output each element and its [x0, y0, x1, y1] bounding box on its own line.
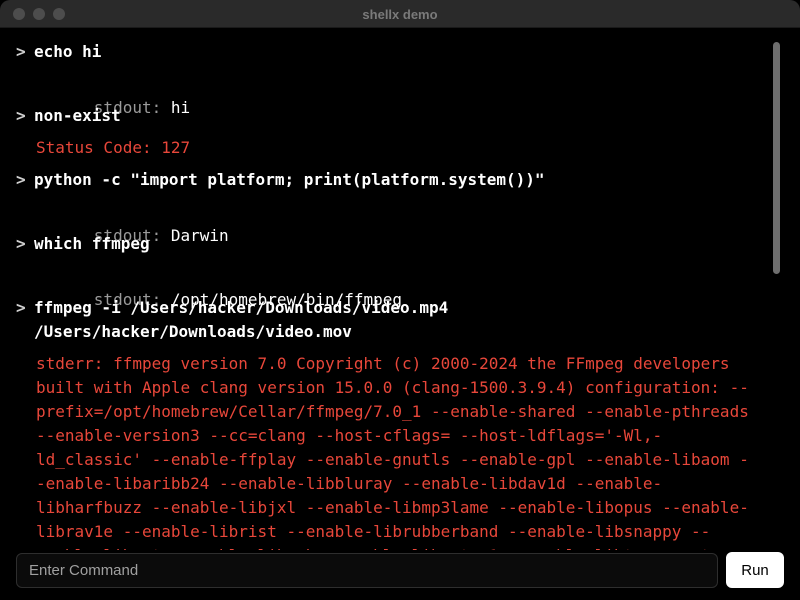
prompt-symbol: >: [16, 106, 26, 125]
command-text: non-exist: [34, 106, 121, 125]
prompt-symbol: >: [16, 42, 26, 61]
command-entry: > non-exist: [16, 104, 768, 128]
window-title: shellx demo: [362, 7, 438, 22]
prompt-symbol: >: [16, 298, 26, 317]
command-bar: Run: [0, 550, 800, 600]
command-entry: > ffmpeg -i /Users/hacker/Downloads/vide…: [16, 296, 768, 344]
command-line: > ffmpeg -i /Users/hacker/Downloads/vide…: [16, 296, 768, 344]
command-line: > echo hi: [16, 40, 768, 64]
error-output: Status Code: 127: [36, 138, 191, 157]
command-line: > which ffmpeg: [16, 232, 768, 256]
command-line: > non-exist: [16, 104, 768, 128]
error-output: stderr: ffmpeg version 7.0 Copyright (c)…: [36, 354, 749, 550]
command-entry: > echo hi: [16, 40, 768, 64]
app-window: shellx demo > echo hi stdout: hi > non-e…: [0, 0, 800, 600]
command-text: python -c "import platform; print(platfo…: [34, 170, 545, 189]
command-text: which ffmpeg: [34, 234, 150, 253]
prompt-symbol: >: [16, 170, 26, 189]
scrollbar-thumb[interactable]: [773, 42, 780, 274]
command-line: > python -c "import platform; print(plat…: [16, 168, 768, 192]
prompt-symbol: >: [16, 234, 26, 253]
command-entry: > python -c "import platform; print(plat…: [16, 168, 768, 192]
title-bar: shellx demo: [0, 0, 800, 28]
console-output[interactable]: > echo hi stdout: hi > non-exist Status …: [0, 28, 768, 550]
run-button[interactable]: Run: [726, 552, 784, 588]
command-text: echo hi: [34, 42, 102, 61]
command-input[interactable]: [16, 553, 718, 588]
command-entry: > which ffmpeg: [16, 232, 768, 256]
command-text: ffmpeg -i /Users/hacker/Downloads/video.…: [34, 298, 449, 341]
